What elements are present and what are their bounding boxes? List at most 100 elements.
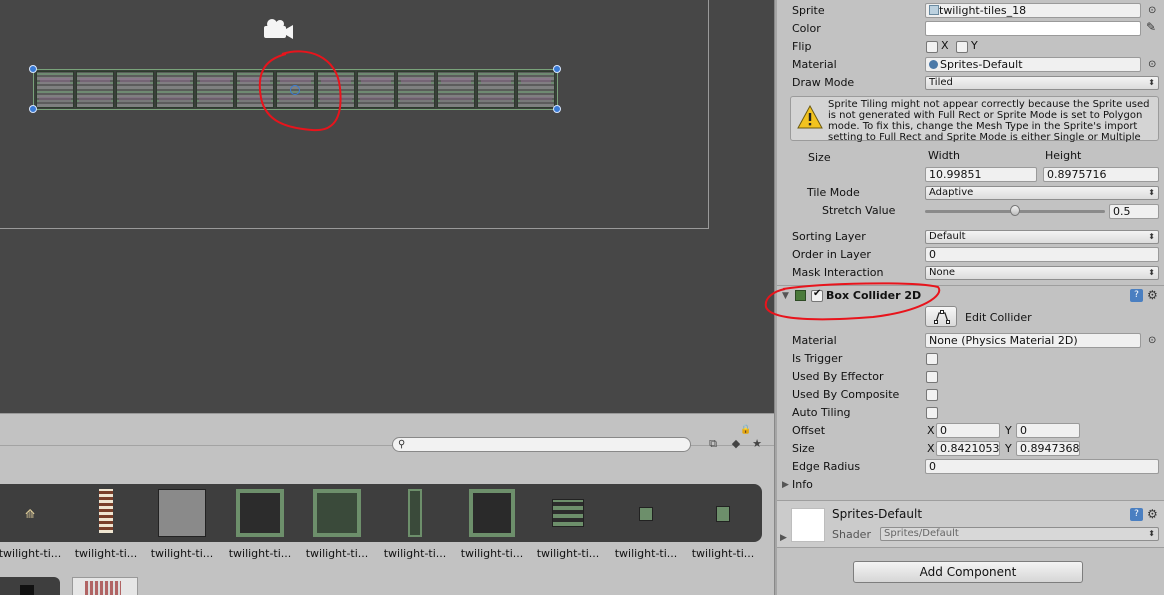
height-input[interactable]: 0.8975716	[1043, 167, 1159, 182]
color-swatch[interactable]	[925, 21, 1141, 36]
object-picker-icon[interactable]: ⊙	[1148, 59, 1156, 70]
rect-handle-top-right[interactable]	[553, 65, 561, 73]
object-picker-icon[interactable]: ⊙	[1148, 335, 1156, 346]
lock-icon[interactable]: 🔒	[740, 425, 751, 435]
rect-handle-bottom-left[interactable]	[29, 105, 37, 113]
mask-interaction-value: None	[929, 267, 956, 278]
order-in-layer-input[interactable]: 0	[925, 247, 1159, 262]
filter-icon[interactable]: ⧉	[704, 435, 722, 453]
flip-y-label: Y	[971, 39, 978, 52]
asset-label: twilight-ti...	[228, 547, 292, 560]
material-thumbnail	[791, 508, 825, 542]
material-label: Material	[792, 58, 837, 71]
material-value: Sprites-Default	[940, 58, 1023, 71]
asset-thumbnail[interactable]	[76, 489, 136, 539]
scene-view[interactable]	[0, 0, 774, 413]
mask-interaction-dropdown[interactable]: None ⬍	[925, 266, 1159, 280]
asset-thumbnail[interactable]	[0, 577, 60, 595]
shader-dropdown[interactable]: Sprites/Default ⬍	[880, 527, 1159, 541]
collider-component-icon	[795, 290, 806, 301]
star-icon[interactable]: ★	[748, 435, 766, 453]
asset-thumbnail[interactable]	[462, 489, 522, 539]
material-foldout-icon[interactable]: ▶	[780, 533, 787, 543]
sprite-tile	[436, 71, 475, 108]
tile-mode-dropdown[interactable]: Adaptive ⬍	[925, 186, 1159, 200]
edit-collider-button[interactable]	[925, 306, 957, 327]
box-collider-enabled-checkbox[interactable]	[811, 288, 823, 302]
sprite-tile	[236, 71, 275, 108]
used-by-composite-checkbox[interactable]	[926, 389, 938, 401]
mask-interaction-label: Mask Interaction	[792, 266, 884, 279]
flip-x-checkbox[interactable]	[926, 41, 938, 53]
offset-x-input[interactable]: 0	[936, 423, 1000, 438]
info-label[interactable]: Info	[792, 476, 813, 493]
eyedropper-icon[interactable]: ✎	[1146, 20, 1156, 34]
size-y-input[interactable]: 0.8947368	[1016, 441, 1080, 456]
asset-thumbnail[interactable]	[385, 489, 445, 539]
object-picker-icon[interactable]: ⊙	[1148, 5, 1156, 16]
inspector-panel: Sprite twilight-tiles_18 ⊙ Color ✎ Flip …	[764, 0, 1164, 595]
rect-handle-bottom-right[interactable]	[553, 105, 561, 113]
flip-x-label: X	[941, 39, 949, 52]
sorting-layer-dropdown[interactable]: Default ⬍	[925, 230, 1159, 244]
asset-thumbnail[interactable]	[72, 577, 138, 595]
material-asset-icon	[929, 60, 938, 69]
offset-y-input[interactable]: 0	[1016, 423, 1080, 438]
sprite-asset-icon	[929, 5, 939, 15]
label-icon[interactable]: ◆	[727, 435, 745, 453]
asset-thumbnail[interactable]	[307, 489, 367, 539]
rect-handle-top-left[interactable]	[29, 65, 37, 73]
dropdown-arrow-icon: ⬍	[1148, 78, 1155, 87]
order-in-layer-label: Order in Layer	[792, 248, 871, 261]
collider-material-field[interactable]: None (Physics Material 2D)	[925, 333, 1141, 348]
sprite-thumb	[99, 489, 113, 533]
foldout-arrow-icon[interactable]: ▼	[782, 291, 789, 301]
flip-y-checkbox[interactable]	[956, 41, 968, 53]
camera-icon[interactable]	[260, 16, 294, 42]
asset-thumbnail[interactable]	[616, 489, 676, 539]
draw-mode-dropdown[interactable]: Tiled ⬍	[925, 76, 1159, 90]
auto-tiling-label: Auto Tiling	[792, 406, 851, 419]
size-x-axis-label: X	[927, 442, 935, 455]
stretch-value-input[interactable]: 0.5	[1109, 204, 1159, 219]
settings-gear-icon[interactable]: ⚙	[1147, 507, 1158, 521]
sprite-tile	[516, 71, 556, 108]
edge-radius-input[interactable]: 0	[925, 459, 1159, 474]
flip-label: Flip	[792, 40, 812, 53]
pivot-handle[interactable]	[290, 85, 300, 95]
sprite-thumb	[639, 507, 653, 521]
draw-mode-label: Draw Mode	[792, 76, 855, 89]
material-preview-block: ▶ Sprites-Default Shader Sprites/Default…	[777, 500, 1164, 548]
asset-label: twilight-ti...	[691, 547, 755, 560]
asset-thumbnail[interactable]	[230, 489, 290, 539]
sprite-tile	[196, 71, 235, 108]
sprite-value: twilight-tiles_18	[939, 4, 1027, 17]
sprite-field[interactable]: twilight-tiles_18	[925, 3, 1141, 18]
box-collider-header[interactable]: ▼ Box Collider 2D ? ⚙	[777, 285, 1164, 305]
info-foldout-icon[interactable]: ▶	[782, 480, 789, 490]
camera-bounds-frame	[0, 0, 709, 229]
collider-size-label: Size	[792, 442, 815, 455]
asset-label: twilight-ti...	[0, 547, 62, 560]
material-field[interactable]: Sprites-Default	[925, 57, 1141, 72]
sprite-tile	[76, 71, 115, 108]
settings-gear-icon[interactable]: ⚙	[1147, 288, 1158, 302]
stretch-slider-knob[interactable]	[1010, 205, 1020, 216]
size-x-input[interactable]: 0.8421053	[936, 441, 1000, 456]
asset-thumbnail[interactable]	[693, 489, 753, 539]
material-name: Sprites-Default	[832, 507, 923, 521]
sprite-tile	[36, 71, 75, 108]
add-component-button[interactable]: Add Component	[853, 561, 1083, 583]
search-input[interactable]: ⚲	[392, 437, 691, 452]
asset-thumbnail[interactable]	[538, 489, 598, 539]
help-icon[interactable]: ?	[1130, 289, 1143, 302]
help-icon[interactable]: ?	[1130, 508, 1143, 521]
sprite-tile	[156, 71, 195, 108]
used-by-effector-checkbox[interactable]	[926, 371, 938, 383]
auto-tiling-checkbox[interactable]	[926, 407, 938, 419]
width-input[interactable]: 10.99851	[925, 167, 1037, 182]
asset-thumbnail[interactable]: ⟰	[0, 489, 60, 539]
sprite-thumb	[716, 506, 730, 522]
is-trigger-checkbox[interactable]	[926, 353, 938, 365]
asset-thumbnail[interactable]	[152, 489, 212, 539]
